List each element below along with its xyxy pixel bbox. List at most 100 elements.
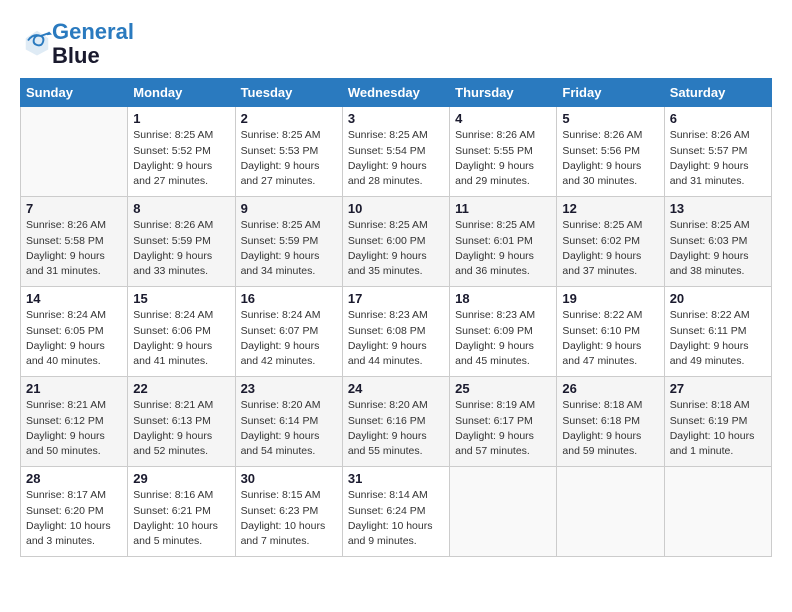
calendar-cell: 15 Sunrise: 8:24 AMSunset: 6:06 PMDaylig… (128, 287, 235, 377)
calendar-week-row: 7 Sunrise: 8:26 AMSunset: 5:58 PMDayligh… (21, 197, 772, 287)
day-info: Sunrise: 8:18 AMSunset: 6:18 PMDaylight:… (562, 398, 658, 459)
calendar-cell: 12 Sunrise: 8:25 AMSunset: 6:02 PMDaylig… (557, 197, 664, 287)
day-info: Sunrise: 8:17 AMSunset: 6:20 PMDaylight:… (26, 488, 122, 549)
calendar-cell: 29 Sunrise: 8:16 AMSunset: 6:21 PMDaylig… (128, 467, 235, 557)
calendar-cell: 16 Sunrise: 8:24 AMSunset: 6:07 PMDaylig… (235, 287, 342, 377)
calendar-cell: 2 Sunrise: 8:25 AMSunset: 5:53 PMDayligh… (235, 107, 342, 197)
calendar-week-row: 21 Sunrise: 8:21 AMSunset: 6:12 PMDaylig… (21, 377, 772, 467)
day-number: 9 (241, 201, 337, 216)
day-info: Sunrise: 8:25 AMSunset: 5:54 PMDaylight:… (348, 128, 444, 189)
day-info: Sunrise: 8:20 AMSunset: 6:14 PMDaylight:… (241, 398, 337, 459)
day-number: 24 (348, 381, 444, 396)
calendar-cell: 19 Sunrise: 8:22 AMSunset: 6:10 PMDaylig… (557, 287, 664, 377)
day-info: Sunrise: 8:25 AMSunset: 6:00 PMDaylight:… (348, 218, 444, 279)
day-info: Sunrise: 8:26 AMSunset: 5:59 PMDaylight:… (133, 218, 229, 279)
calendar-cell: 26 Sunrise: 8:18 AMSunset: 6:18 PMDaylig… (557, 377, 664, 467)
calendar-cell: 24 Sunrise: 8:20 AMSunset: 6:16 PMDaylig… (342, 377, 449, 467)
calendar-header-wednesday: Wednesday (342, 79, 449, 107)
day-number: 18 (455, 291, 551, 306)
day-number: 22 (133, 381, 229, 396)
day-number: 4 (455, 111, 551, 126)
calendar-cell: 6 Sunrise: 8:26 AMSunset: 5:57 PMDayligh… (664, 107, 771, 197)
day-info: Sunrise: 8:16 AMSunset: 6:21 PMDaylight:… (133, 488, 229, 549)
day-info: Sunrise: 8:15 AMSunset: 6:23 PMDaylight:… (241, 488, 337, 549)
day-number: 2 (241, 111, 337, 126)
day-number: 7 (26, 201, 122, 216)
calendar-cell (450, 467, 557, 557)
calendar-cell: 4 Sunrise: 8:26 AMSunset: 5:55 PMDayligh… (450, 107, 557, 197)
day-number: 5 (562, 111, 658, 126)
day-info: Sunrise: 8:21 AMSunset: 6:13 PMDaylight:… (133, 398, 229, 459)
calendar-cell: 3 Sunrise: 8:25 AMSunset: 5:54 PMDayligh… (342, 107, 449, 197)
day-number: 1 (133, 111, 229, 126)
day-number: 11 (455, 201, 551, 216)
day-number: 8 (133, 201, 229, 216)
day-number: 23 (241, 381, 337, 396)
day-info: Sunrise: 8:18 AMSunset: 6:19 PMDaylight:… (670, 398, 766, 459)
calendar-cell: 30 Sunrise: 8:15 AMSunset: 6:23 PMDaylig… (235, 467, 342, 557)
calendar-cell: 25 Sunrise: 8:19 AMSunset: 6:17 PMDaylig… (450, 377, 557, 467)
logo: General Blue (20, 20, 134, 68)
calendar-header-tuesday: Tuesday (235, 79, 342, 107)
day-number: 30 (241, 471, 337, 486)
calendar-cell: 13 Sunrise: 8:25 AMSunset: 6:03 PMDaylig… (664, 197, 771, 287)
day-info: Sunrise: 8:25 AMSunset: 5:53 PMDaylight:… (241, 128, 337, 189)
calendar-header-friday: Friday (557, 79, 664, 107)
day-number: 6 (670, 111, 766, 126)
day-number: 27 (670, 381, 766, 396)
day-number: 25 (455, 381, 551, 396)
day-info: Sunrise: 8:26 AMSunset: 5:58 PMDaylight:… (26, 218, 122, 279)
day-number: 14 (26, 291, 122, 306)
calendar-week-row: 28 Sunrise: 8:17 AMSunset: 6:20 PMDaylig… (21, 467, 772, 557)
calendar-header-saturday: Saturday (664, 79, 771, 107)
calendar-header-monday: Monday (128, 79, 235, 107)
day-number: 17 (348, 291, 444, 306)
day-number: 16 (241, 291, 337, 306)
calendar-cell (557, 467, 664, 557)
day-info: Sunrise: 8:25 AMSunset: 5:59 PMDaylight:… (241, 218, 337, 279)
day-info: Sunrise: 8:19 AMSunset: 6:17 PMDaylight:… (455, 398, 551, 459)
calendar-cell (664, 467, 771, 557)
calendar-cell: 23 Sunrise: 8:20 AMSunset: 6:14 PMDaylig… (235, 377, 342, 467)
day-info: Sunrise: 8:24 AMSunset: 6:05 PMDaylight:… (26, 308, 122, 369)
day-info: Sunrise: 8:24 AMSunset: 6:07 PMDaylight:… (241, 308, 337, 369)
calendar-cell: 9 Sunrise: 8:25 AMSunset: 5:59 PMDayligh… (235, 197, 342, 287)
calendar-cell: 11 Sunrise: 8:25 AMSunset: 6:01 PMDaylig… (450, 197, 557, 287)
calendar-cell: 18 Sunrise: 8:23 AMSunset: 6:09 PMDaylig… (450, 287, 557, 377)
day-info: Sunrise: 8:24 AMSunset: 6:06 PMDaylight:… (133, 308, 229, 369)
calendar-cell: 31 Sunrise: 8:14 AMSunset: 6:24 PMDaylig… (342, 467, 449, 557)
calendar-cell: 10 Sunrise: 8:25 AMSunset: 6:00 PMDaylig… (342, 197, 449, 287)
day-info: Sunrise: 8:25 AMSunset: 5:52 PMDaylight:… (133, 128, 229, 189)
calendar-cell: 28 Sunrise: 8:17 AMSunset: 6:20 PMDaylig… (21, 467, 128, 557)
calendar-week-row: 1 Sunrise: 8:25 AMSunset: 5:52 PMDayligh… (21, 107, 772, 197)
day-number: 13 (670, 201, 766, 216)
calendar-table: SundayMondayTuesdayWednesdayThursdayFrid… (20, 78, 772, 557)
day-number: 26 (562, 381, 658, 396)
day-info: Sunrise: 8:25 AMSunset: 6:03 PMDaylight:… (670, 218, 766, 279)
page-header: General Blue (20, 20, 772, 68)
day-number: 20 (670, 291, 766, 306)
day-number: 10 (348, 201, 444, 216)
calendar-header-sunday: Sunday (21, 79, 128, 107)
day-info: Sunrise: 8:26 AMSunset: 5:55 PMDaylight:… (455, 128, 551, 189)
calendar-cell: 21 Sunrise: 8:21 AMSunset: 6:12 PMDaylig… (21, 377, 128, 467)
day-number: 21 (26, 381, 122, 396)
calendar-week-row: 14 Sunrise: 8:24 AMSunset: 6:05 PMDaylig… (21, 287, 772, 377)
day-info: Sunrise: 8:23 AMSunset: 6:08 PMDaylight:… (348, 308, 444, 369)
day-info: Sunrise: 8:25 AMSunset: 6:01 PMDaylight:… (455, 218, 551, 279)
day-info: Sunrise: 8:22 AMSunset: 6:10 PMDaylight:… (562, 308, 658, 369)
calendar-cell: 5 Sunrise: 8:26 AMSunset: 5:56 PMDayligh… (557, 107, 664, 197)
day-info: Sunrise: 8:25 AMSunset: 6:02 PMDaylight:… (562, 218, 658, 279)
day-number: 3 (348, 111, 444, 126)
calendar-cell: 8 Sunrise: 8:26 AMSunset: 5:59 PMDayligh… (128, 197, 235, 287)
calendar-cell: 1 Sunrise: 8:25 AMSunset: 5:52 PMDayligh… (128, 107, 235, 197)
calendar-header-row: SundayMondayTuesdayWednesdayThursdayFrid… (21, 79, 772, 107)
logo-icon (22, 27, 52, 57)
day-number: 28 (26, 471, 122, 486)
calendar-cell: 17 Sunrise: 8:23 AMSunset: 6:08 PMDaylig… (342, 287, 449, 377)
calendar-cell: 27 Sunrise: 8:18 AMSunset: 6:19 PMDaylig… (664, 377, 771, 467)
calendar-header-thursday: Thursday (450, 79, 557, 107)
day-info: Sunrise: 8:20 AMSunset: 6:16 PMDaylight:… (348, 398, 444, 459)
calendar-cell: 14 Sunrise: 8:24 AMSunset: 6:05 PMDaylig… (21, 287, 128, 377)
day-info: Sunrise: 8:26 AMSunset: 5:56 PMDaylight:… (562, 128, 658, 189)
